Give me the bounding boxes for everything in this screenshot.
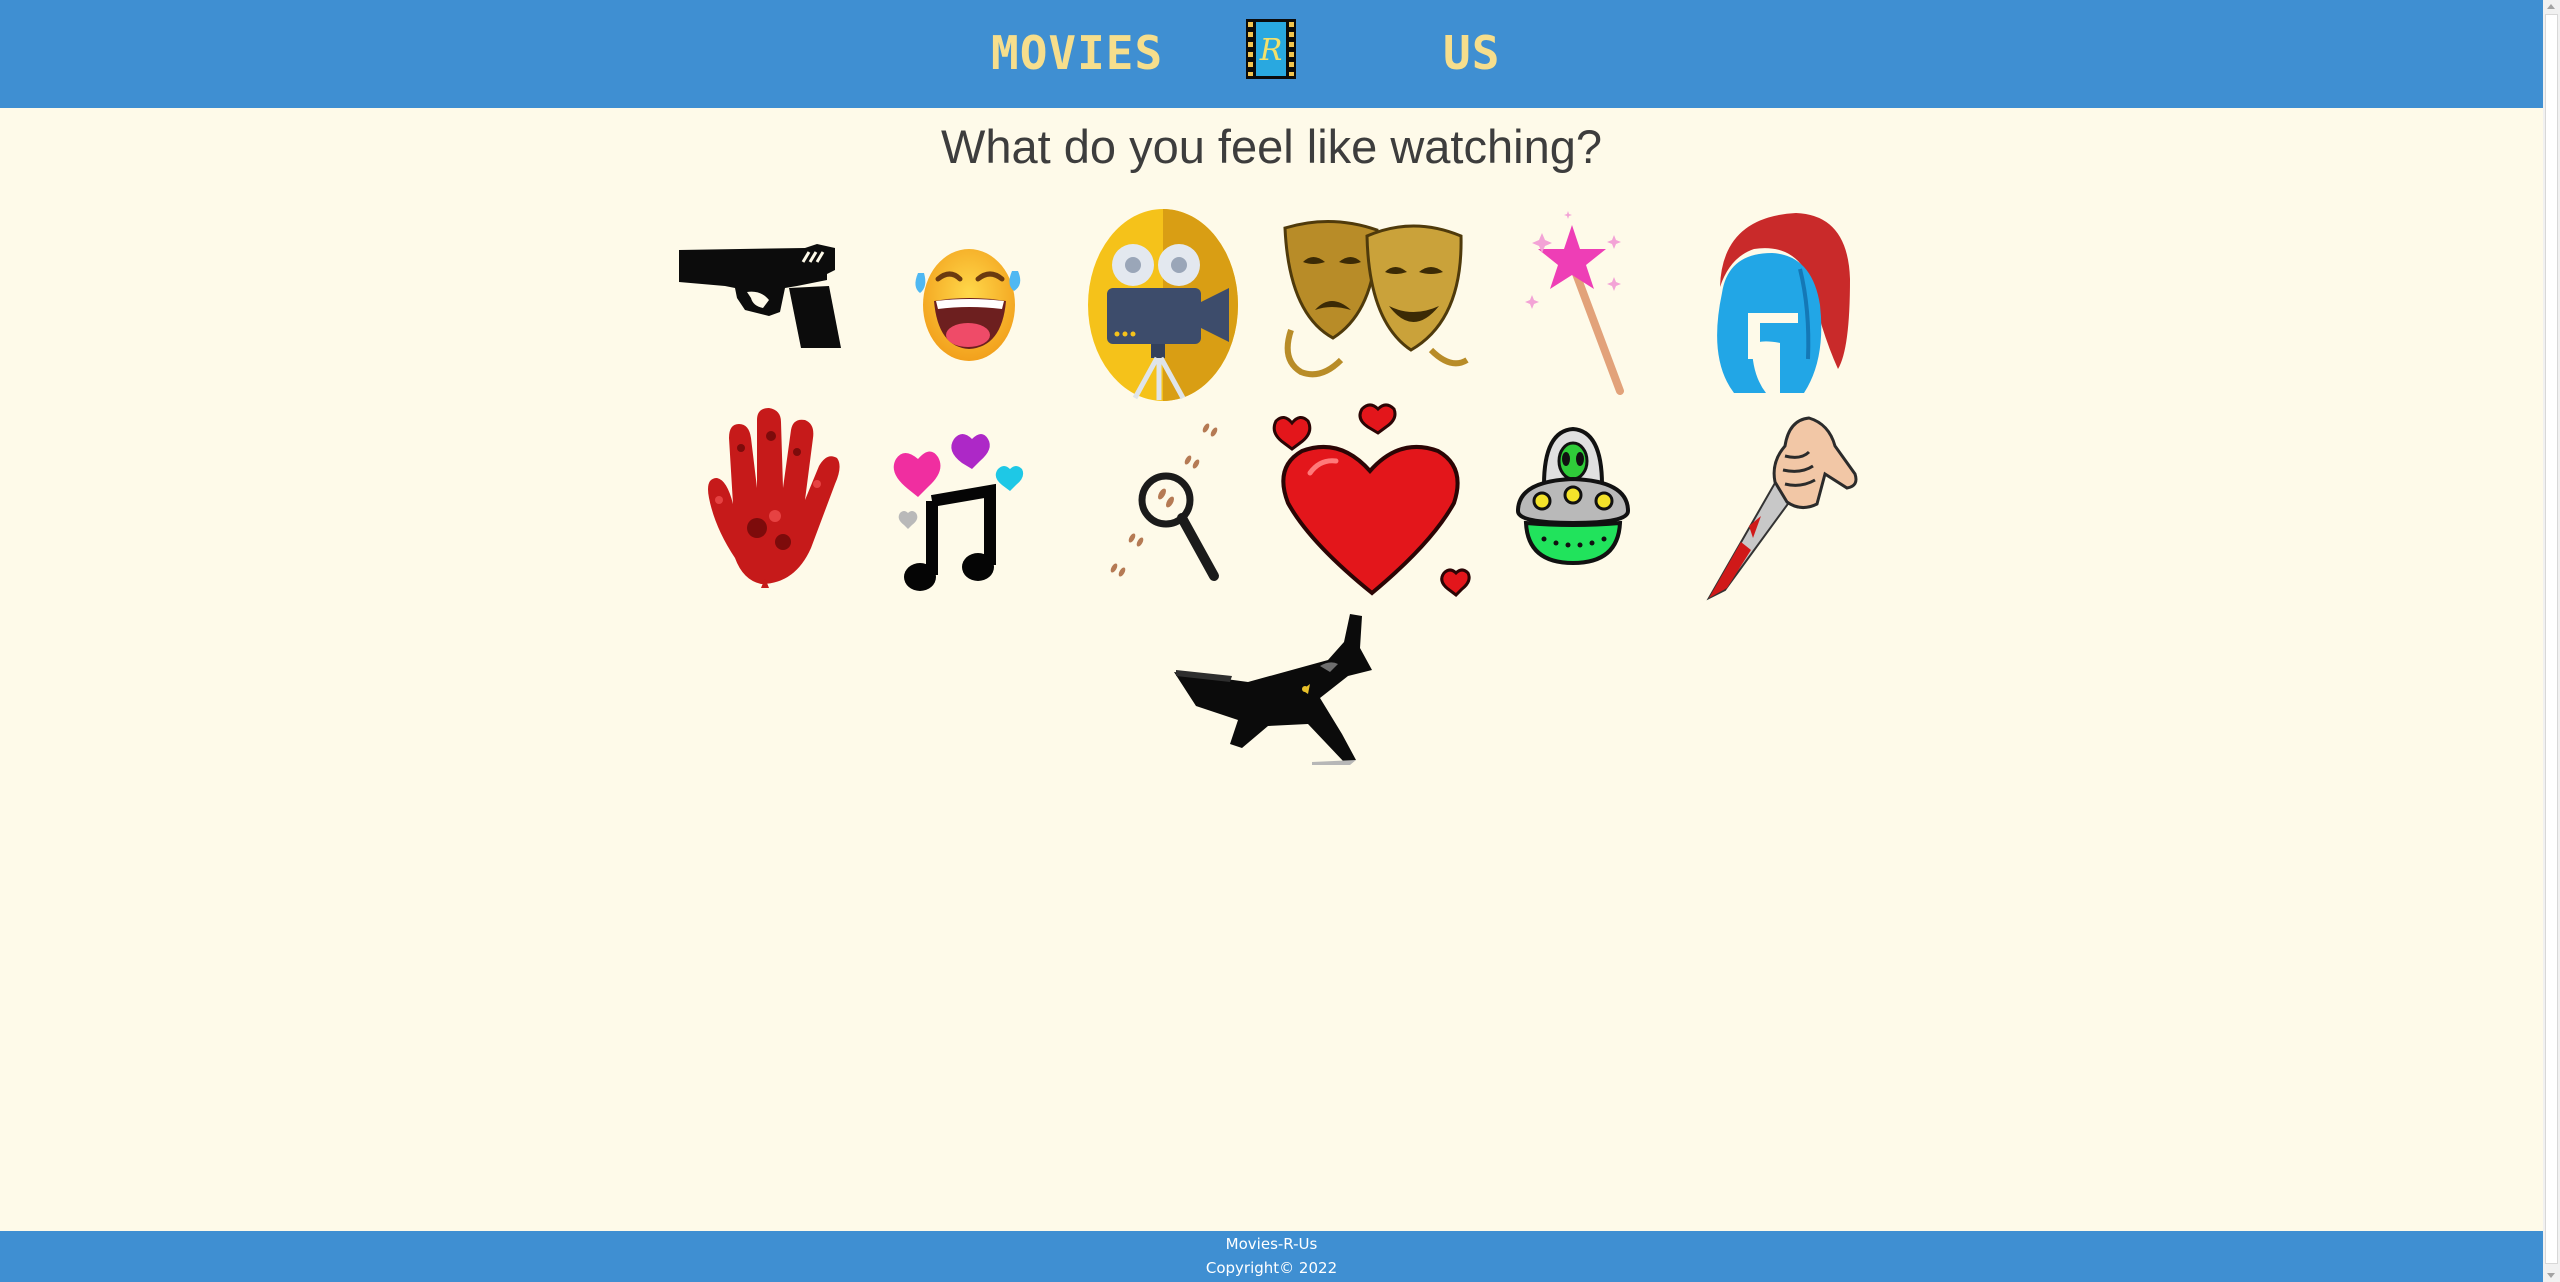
music-note-hearts-icon[interactable]: [888, 417, 1026, 594]
brand-title-us: US: [1443, 26, 1501, 80]
footer-copyright: Copyright© 2022: [1205, 1259, 1338, 1277]
spartan-helmet-icon[interactable]: [1700, 209, 1852, 399]
scroll-down-arrow-icon[interactable]: [2547, 1273, 2555, 1278]
magic-wand-icon[interactable]: [1520, 211, 1626, 395]
magnifying-glass-footprints-icon[interactable]: [1108, 418, 1226, 582]
brand-logo-letter: R: [1259, 33, 1283, 68]
scroll-up-arrow-icon[interactable]: [2547, 4, 2555, 9]
footer-site-name: Movies-R-Us: [1225, 1235, 1318, 1253]
laughing-emoji-icon[interactable]: [912, 243, 1024, 363]
site-footer: Movies-R-Us Copyright© 2022: [0, 1231, 2543, 1282]
pistol-icon[interactable]: [677, 240, 842, 352]
movie-camera-icon[interactable]: [1087, 208, 1239, 402]
brand-title-movies: MOVIES: [991, 26, 1164, 80]
fighter-plane-icon[interactable]: [1172, 612, 1373, 765]
site-header: MOVIES R US: [0, 0, 2543, 108]
bloody-hand-icon[interactable]: [695, 408, 843, 588]
scrollbar-thumb[interactable]: [2545, 14, 2558, 1264]
ufo-alien-icon[interactable]: [1514, 426, 1632, 567]
film-strip-logo-icon[interactable]: R: [1246, 19, 1296, 79]
vertical-scrollbar[interactable]: [2543, 0, 2560, 1282]
drama-masks-icon[interactable]: [1281, 210, 1472, 382]
bloody-knife-icon[interactable]: [1705, 406, 1858, 602]
heart-icon[interactable]: [1270, 403, 1473, 601]
page-heading: What do you feel like watching?: [941, 120, 1602, 173]
